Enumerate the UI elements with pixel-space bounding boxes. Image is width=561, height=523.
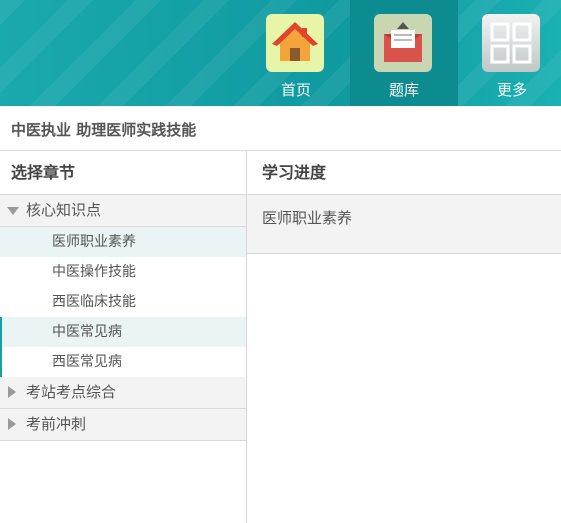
group-core-knowledge[interactable]: 核心知识点 [0,195,246,227]
grid-icon [482,14,540,72]
triangle-right-icon [8,418,16,430]
triangle-down-icon [7,207,19,215]
chapter-item[interactable]: 西医常见病 [0,347,246,377]
nav-more[interactable]: 更多 [458,0,561,106]
chapter-panel: 选择章节 核心知识点 医师职业素养 中医操作技能 西医临床技能 中医常见病 西医… [0,151,247,523]
current-chapter-label: 医师职业素养 [262,209,353,227]
chapter-item[interactable]: 西医临床技能 [0,287,246,317]
nav-question-bank-label: 题库 [388,81,419,99]
group-label: 考前冲刺 [26,415,87,433]
group-label: 考站考点综合 [26,383,117,401]
home-icon [266,14,324,72]
chapter-item[interactable]: 中医操作技能 [0,257,246,287]
group-label: 核心知识点 [26,201,102,219]
chapter-item[interactable]: 中医常见病 [0,317,246,347]
question-bank-icon [374,14,432,72]
group-final-sprint[interactable]: 考前冲刺 [0,409,246,441]
nav-home[interactable]: 首页 [242,0,350,106]
breadcrumb: 中医执业 助理医师实践技能 [11,121,197,139]
nav-question-bank[interactable]: 题库 [350,0,458,106]
progress-panel: 学习进度 医师职业素养 [247,151,561,523]
triangle-right-icon [8,386,16,398]
current-chapter: 医师职业素养 [247,195,561,254]
nav-more-label: 更多 [496,81,527,99]
nav-home-label: 首页 [280,81,311,99]
chapter-panel-title: 选择章节 [0,151,246,195]
breadcrumb-bar: 中医执业 助理医师实践技能 [0,106,561,151]
progress-panel-title: 学习进度 [247,151,561,195]
chapter-item[interactable]: 医师职业素养 [0,227,246,257]
group-station-synthesis[interactable]: 考站考点综合 [0,377,246,409]
top-header: 首页 题库 更多 [0,0,561,106]
